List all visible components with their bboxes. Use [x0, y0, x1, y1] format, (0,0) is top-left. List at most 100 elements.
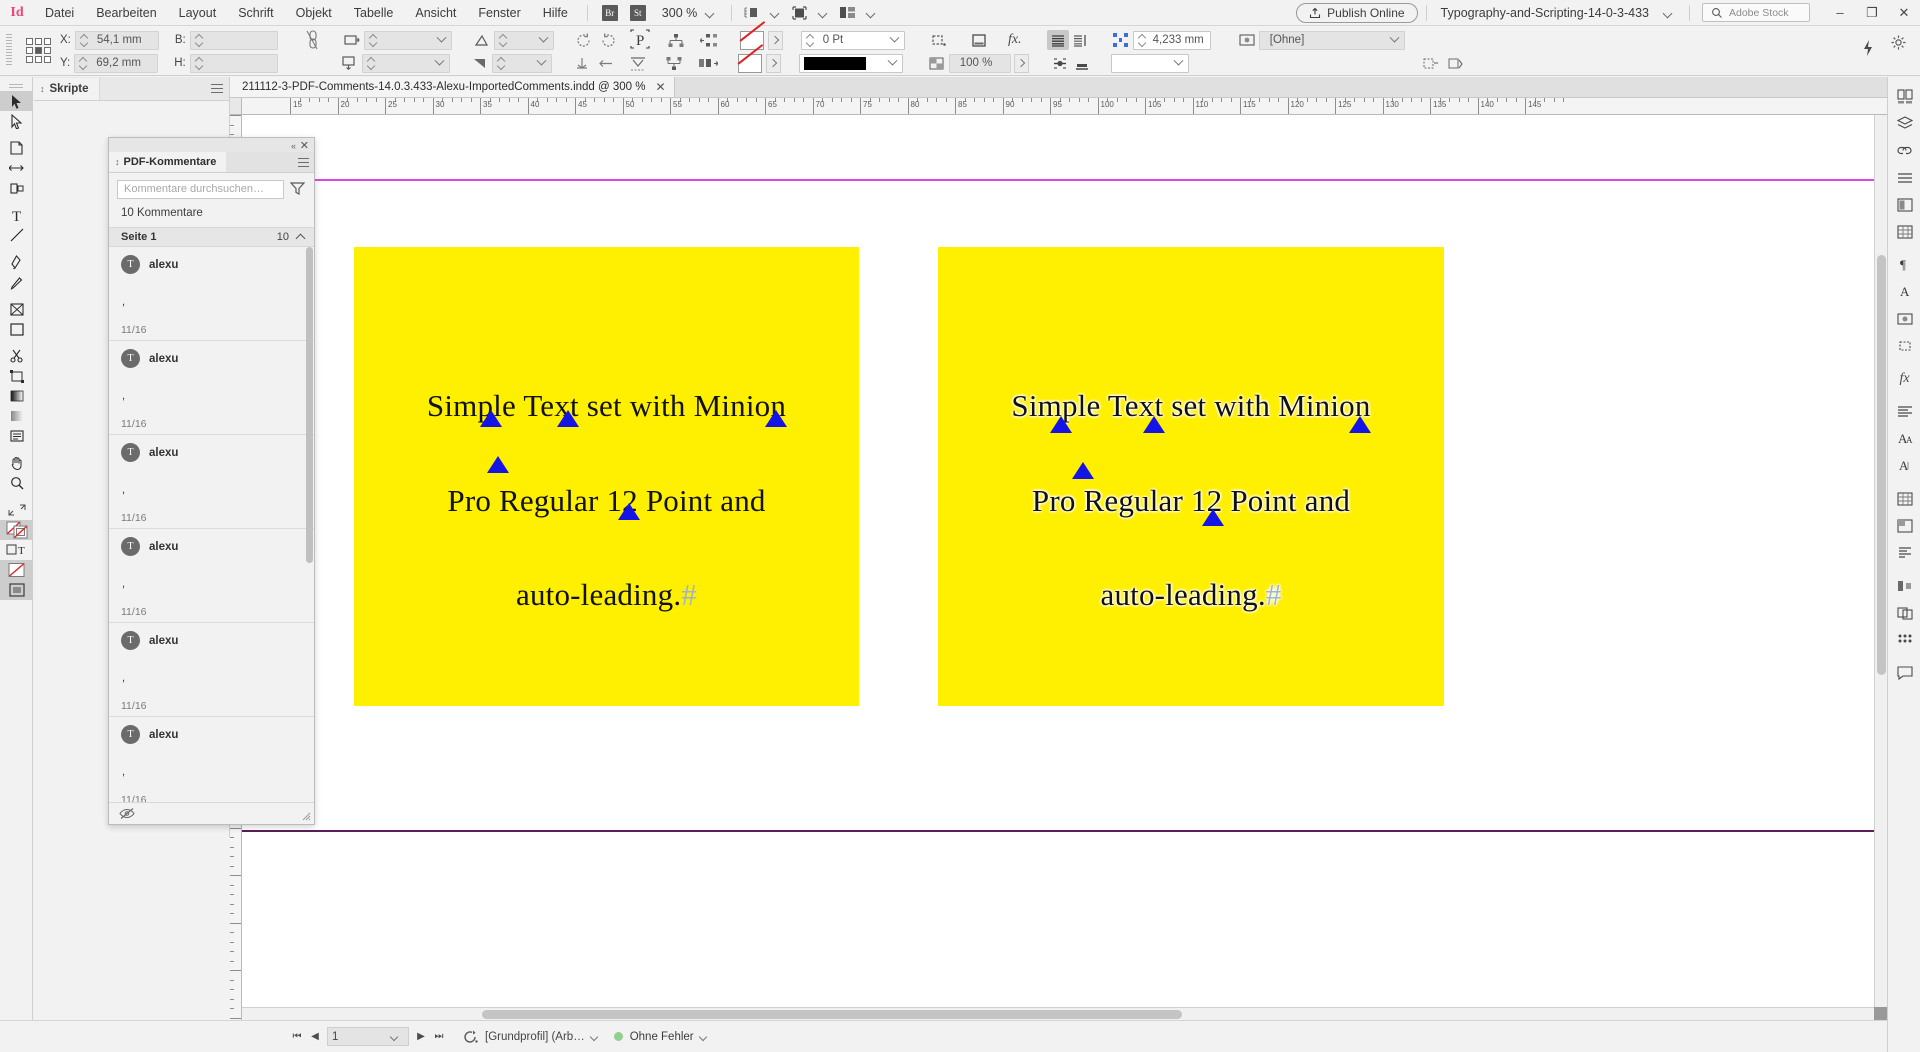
height-field[interactable]: [189, 53, 278, 73]
stock-icon[interactable]: St: [629, 4, 646, 21]
view-mode-chevron-icon[interactable]: [818, 8, 828, 18]
tab-pdf-kommentare[interactable]: ↕ PDF-Kommentare: [109, 152, 227, 172]
comment-item[interactable]: Talexu, 11/16: [109, 623, 314, 717]
index-panel-icon[interactable]: [1888, 539, 1920, 566]
stroke-weight-field[interactable]: 0 Pt: [800, 30, 905, 50]
fill-color-dropdown[interactable]: [765, 53, 781, 73]
layers-icon[interactable]: [1888, 110, 1920, 137]
comment-item[interactable]: Talexu, 11/16: [109, 435, 314, 529]
shear-chevron-icon[interactable]: [535, 31, 553, 50]
vertical-align-center-button[interactable]: [1049, 53, 1071, 73]
canvas-scrollbar-horizontal[interactable]: [242, 1007, 1874, 1020]
stroke-style-field[interactable]: [798, 53, 903, 73]
normal-view-mode-button[interactable]: [0, 580, 33, 600]
menu-ansicht[interactable]: Ansicht: [404, 0, 467, 26]
distribute-spacing-icon[interactable]: [698, 30, 722, 50]
tool-gap[interactable]: [0, 158, 33, 178]
page-number-select[interactable]: 1: [327, 1027, 409, 1046]
pdf-comments-dock-icon[interactable]: [1888, 659, 1920, 686]
transparency-grid-icon[interactable]: [925, 53, 949, 73]
x-stepper[interactable]: [78, 32, 91, 49]
tab-skripte[interactable]: ↕ Skripte: [34, 78, 100, 100]
gap-field[interactable]: 4,233 mm: [1132, 30, 1211, 50]
text-wrap-panel-icon[interactable]: [1888, 332, 1920, 359]
tool-free-transform[interactable]: [0, 366, 33, 386]
fill-stroke-swap-icon[interactable]: [0, 500, 33, 520]
glyphs-panel-icon[interactable]: A: [1888, 452, 1920, 479]
align-top-distribute-icon[interactable]: [664, 30, 688, 50]
panel-collapse-arrows-icon[interactable]: ↕: [115, 157, 120, 167]
ruler-origin[interactable]: [230, 98, 242, 115]
character-panel-icon[interactable]: AA: [1888, 425, 1920, 452]
tool-gradient-feather[interactable]: [0, 406, 33, 426]
effects-fx-icon[interactable]: fx.: [1003, 30, 1027, 50]
screen-mode-icon[interactable]: [740, 4, 762, 22]
x-scale-chevron-icon[interactable]: [433, 31, 451, 50]
gear-icon[interactable]: [1886, 32, 1910, 52]
align-panel-icon[interactable]: [1888, 572, 1920, 599]
comment-marker[interactable]: [765, 410, 787, 427]
canvas[interactable]: Simple Text set with Minion Pro Regular …: [242, 115, 1874, 1007]
quick-apply-icon[interactable]: [1419, 53, 1443, 73]
width-stepper[interactable]: [193, 32, 206, 49]
y-field[interactable]: 69,2 mm: [74, 53, 159, 73]
stroke-weight-chevron-icon[interactable]: [886, 31, 904, 50]
x-field[interactable]: 54,1 mm: [74, 30, 159, 50]
publish-online-button[interactable]: Publish Online: [1296, 2, 1418, 23]
page-frame-right[interactable]: Simple Text set with Minion Pro Regular …: [938, 247, 1444, 706]
column-field[interactable]: [1110, 53, 1189, 73]
scripts-panel-menu-icon[interactable]: [211, 84, 223, 94]
rotation-chevron-icon[interactable]: [533, 54, 551, 73]
canvas-scroll-thumb-vertical[interactable]: [1877, 255, 1886, 675]
view-mode-icon[interactable]: [788, 4, 810, 22]
text-wrap-icon[interactable]: [927, 30, 951, 50]
opacity-field[interactable]: 100 %: [948, 53, 1011, 73]
align-text-right-button[interactable]: [1069, 30, 1091, 50]
control-panel-gripper[interactable]: [6, 34, 12, 66]
preflight-profile-chevron-icon[interactable]: [590, 1032, 599, 1041]
paragraph-panel-icon[interactable]: [1888, 398, 1920, 425]
y-scale-stepper[interactable]: [365, 55, 378, 72]
flip-vertical-icon[interactable]: [594, 53, 618, 73]
comment-item[interactable]: Talexu, 11/16: [109, 341, 314, 435]
comments-list[interactable]: Talexu, 11/16 Talexu, 11/16 Talexu, 11/16 Tale…: [109, 247, 314, 802]
first-page-button[interactable]: ⏮: [288, 1026, 306, 1048]
comment-marker[interactable]: [1202, 509, 1224, 526]
tool-content-collector[interactable]: [0, 178, 33, 198]
reference-point-selector[interactable]: [26, 38, 56, 66]
height-stepper[interactable]: [193, 55, 206, 72]
fill-color-none-swatch[interactable]: [737, 53, 762, 73]
rotation-field[interactable]: [491, 53, 552, 73]
tool-selection[interactable]: [0, 91, 33, 111]
comment-marker[interactable]: [1143, 416, 1165, 433]
align-text-left-button[interactable]: [1046, 30, 1069, 50]
comment-item[interactable]: Talexu, 11/16: [109, 247, 314, 341]
rotation-stepper[interactable]: [495, 55, 508, 72]
next-page-button[interactable]: ▶: [412, 1026, 430, 1048]
pdf-panel-titlebar[interactable]: « ✕: [109, 138, 314, 152]
formatting-affects-container-icon[interactable]: T: [0, 540, 33, 560]
cell-styles-icon[interactable]: [1888, 512, 1920, 539]
menu-schrift[interactable]: Schrift: [227, 0, 284, 26]
preflight-icon[interactable]: [462, 1029, 479, 1044]
shear-field[interactable]: [493, 30, 554, 50]
opacity-dropdown[interactable]: [1013, 53, 1029, 73]
tool-line[interactable]: [0, 225, 33, 245]
effects-panel-icon[interactable]: fx: [1888, 365, 1920, 392]
frame-fitting-options-icon[interactable]: [626, 53, 650, 73]
tool-pen[interactable]: [0, 252, 33, 272]
pages-icon[interactable]: [1888, 83, 1920, 110]
table-panel-icon[interactable]: [1888, 485, 1920, 512]
menu-tabelle[interactable]: Tabelle: [343, 0, 405, 26]
apply-none-button[interactable]: [0, 560, 33, 580]
menu-objekt[interactable]: Objekt: [285, 0, 343, 26]
y-scale-field[interactable]: [361, 53, 450, 73]
page-select-chevron-icon[interactable]: [390, 1032, 399, 1041]
pdf-panel-close-icon[interactable]: ✕: [300, 139, 309, 152]
previous-page-button[interactable]: ◀: [306, 1026, 324, 1048]
workspace-icon[interactable]: [836, 4, 858, 22]
tool-scissors[interactable]: [0, 346, 33, 366]
panel-collapse-icon[interactable]: ↕: [40, 84, 45, 94]
distribute-objects-icon[interactable]: [696, 53, 720, 73]
vertical-align-bottom-button[interactable]: [1071, 53, 1093, 73]
